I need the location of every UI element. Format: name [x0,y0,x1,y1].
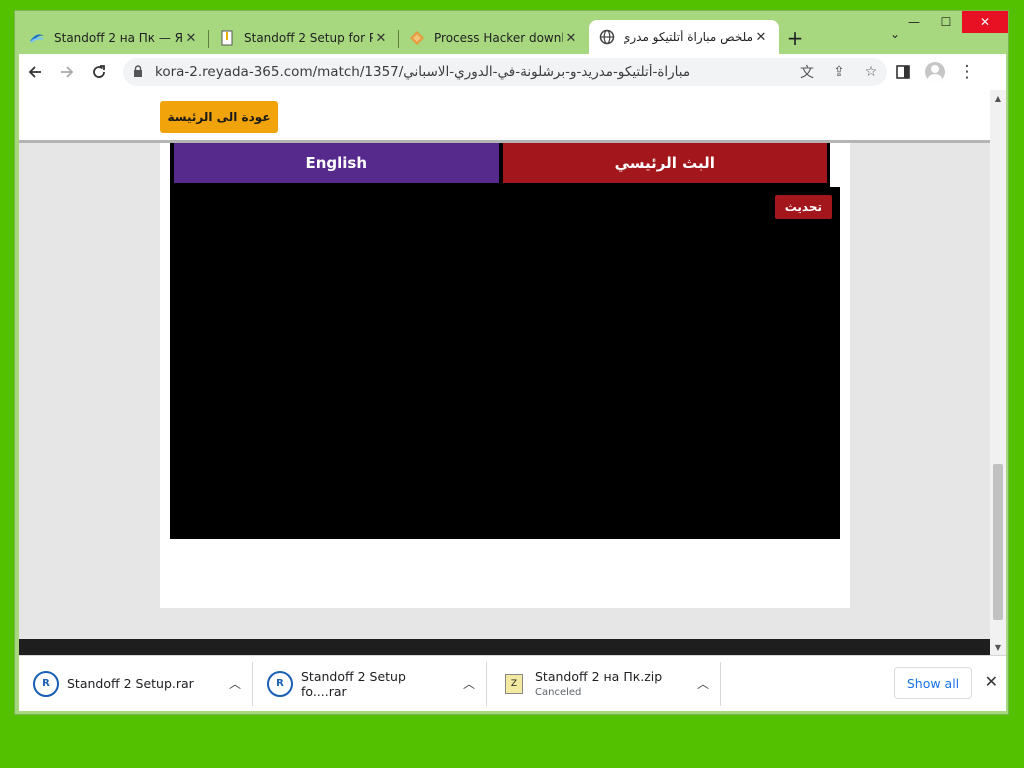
site-header: عودة الى الرئيسة [19,90,990,143]
close-tab-icon[interactable]: ✕ [563,31,579,46]
back-to-home-button[interactable]: عودة الى الرئيسة [160,101,278,133]
vertical-scrollbar[interactable]: ▲ ▼ [990,90,1006,655]
avatar-icon [925,62,945,82]
zip-file-icon: Z [505,673,523,694]
back-arrow-icon [28,66,41,78]
translate-icon[interactable]: 文 [791,62,823,82]
side-panel-icon [896,65,910,79]
chevron-up-icon[interactable]: ︿ [686,675,720,692]
side-panel-button[interactable] [887,56,919,88]
bookmark-star-icon[interactable]: ☆ [855,64,887,80]
more-vertical-icon: ⋮ [958,62,976,82]
close-tab-icon[interactable]: ✕ [373,31,389,46]
plus-icon: + [786,26,804,50]
refresh-button[interactable]: تحديث [774,195,832,219]
site-footer [19,639,990,655]
tab-process-hacker[interactable]: Process Hacker downloa ✕ [399,22,589,54]
tab-title: ملخص مباراة أتلتيكو مدري [624,30,753,44]
tab-title: Process Hacker downloa [434,31,563,45]
english-stream-button[interactable]: English [174,143,499,183]
minimize-button[interactable]: — [898,11,930,33]
share-icon[interactable]: ⇪ [823,64,855,80]
download-filename: Standoff 2 на Пк.zip [535,669,663,684]
scrollbar-thumb[interactable] [993,464,1003,620]
rar-file-icon: R [267,670,293,697]
video-player[interactable]: تحديث [170,187,840,539]
match-panel: English البث الرئيسي تحديث [160,143,850,608]
new-tab-button[interactable]: + [779,22,811,54]
window-controls: — ☐ ✕ [898,11,1008,33]
forward-arrow-icon [61,66,74,78]
rar-file-icon: R [33,670,59,697]
close-tab-icon[interactable]: ✕ [753,30,769,45]
chevron-up-icon[interactable]: ︿ [452,675,486,692]
browser-window: — ☐ ✕ Standoff 2 на Пк — Янд ✕ Standoff … [14,10,1009,715]
browser-toolbar: kora-2.reyada-365.com/match/1357/مباراة-… [19,54,1006,90]
download-item[interactable]: Z Standoff 2 на Пк.zip Canceled ︿ [487,661,721,706]
maximize-button[interactable]: ☐ [930,11,962,33]
globe-icon [599,29,615,45]
close-window-button[interactable]: ✕ [962,11,1008,33]
archive-icon [219,30,235,46]
download-status: Canceled [535,687,582,698]
url-text: kora-2.reyada-365.com/match/1357/مباراة-… [155,64,691,80]
page-viewport: عودة الى الرئيسة English البث الرئيسي تح… [19,90,1006,655]
download-shelf: R Standoff 2 Setup.rar ︿ R Standoff 2 Se… [19,655,1006,711]
close-shelf-icon[interactable]: ✕ [985,672,998,691]
stream-selector: English البث الرئيسي [170,143,830,187]
download-filename: Standoff 2 Setup.rar [67,676,194,691]
yandex-icon [29,30,45,46]
download-details: Standoff 2 на Пк.zip Canceled [535,669,686,698]
chevron-up-icon[interactable]: ︿ [218,675,252,692]
profile-button[interactable] [919,56,951,88]
back-button[interactable] [19,56,51,88]
lock-icon [133,64,149,80]
show-all-downloads-button[interactable]: Show all [894,667,972,699]
tab-title: Standoff 2 Setup for PC [244,31,373,45]
tab-title: Standoff 2 на Пк — Янд [54,31,183,45]
download-item[interactable]: R Standoff 2 Setup fo....rar ︿ [253,661,487,706]
download-item[interactable]: R Standoff 2 Setup.rar ︿ [19,661,253,706]
tab-search-chevron-icon[interactable]: ⌄ [890,27,900,41]
tab-strip: Standoff 2 на Пк — Янд ✕ Standoff 2 Setu… [19,20,811,54]
forward-button[interactable] [51,56,83,88]
reload-button[interactable] [83,56,115,88]
address-bar[interactable]: kora-2.reyada-365.com/match/1357/مباراة-… [123,58,887,86]
tab-standoff-setup[interactable]: Standoff 2 Setup for PC ✕ [209,22,399,54]
close-tab-icon[interactable]: ✕ [183,31,199,46]
reload-icon [93,65,105,78]
diamond-icon [409,30,425,46]
download-filename: Standoff 2 Setup fo....rar [301,668,406,699]
main-stream-button[interactable]: البث الرئيسي [502,143,827,183]
scroll-up-icon[interactable]: ▲ [990,90,1006,106]
tab-standoff-yandex[interactable]: Standoff 2 на Пк — Янд ✕ [19,22,209,54]
tab-match-summary[interactable]: ملخص مباراة أتلتيكو مدري ✕ [589,20,779,54]
menu-button[interactable]: ⋮ [951,56,983,88]
scroll-down-icon[interactable]: ▼ [990,639,1006,655]
